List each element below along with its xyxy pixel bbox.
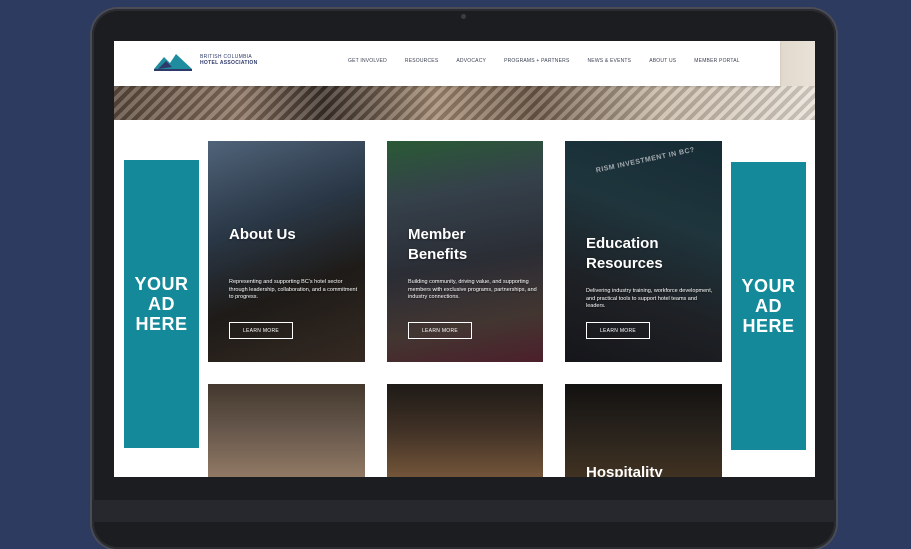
- logo-line-2: HOTEL ASSOCIATION: [200, 60, 258, 66]
- card-hospitality[interactable]: Hospitality: [565, 384, 722, 477]
- site-logo-text[interactable]: BRITISH COLUMBIA HOTEL ASSOCIATION: [200, 54, 258, 66]
- card-education-resources[interactable]: RISM INVESTMENT IN BC? Education Resourc…: [565, 141, 722, 362]
- card-title: Member Benefits: [408, 226, 468, 263]
- card-title: Hospitality: [586, 464, 663, 477]
- card-image-overlay: [387, 384, 543, 477]
- nav-resources[interactable]: RESOURCES: [405, 58, 438, 64]
- nav-member-portal[interactable]: MEMBER PORTAL: [694, 58, 739, 64]
- card-photo-event[interactable]: [387, 384, 543, 477]
- logo-mountains-icon[interactable]: [154, 51, 192, 73]
- learn-more-button[interactable]: LEARN MORE: [586, 322, 650, 339]
- camera-dot: [461, 14, 466, 19]
- screen-bottom-bezel: [114, 477, 815, 500]
- main-nav: GET INVOLVED RESOURCES ADVOCACY PROGRAMS…: [348, 58, 758, 64]
- nav-about-us[interactable]: ABOUT US: [649, 58, 676, 64]
- site-header: BRITISH COLUMBIA HOTEL ASSOCIATION GET I…: [114, 41, 780, 86]
- nav-programs-partners[interactable]: PROGRAMS + PARTNERS: [504, 58, 569, 64]
- nav-news-events[interactable]: NEWS & EVENTS: [588, 58, 632, 64]
- card-title: About Us: [229, 226, 296, 243]
- nav-advocacy[interactable]: ADVOCACY: [456, 58, 486, 64]
- nav-get-involved[interactable]: GET INVOLVED: [348, 58, 387, 64]
- ad-text: YOUR AD HERE: [741, 276, 796, 336]
- learn-more-button[interactable]: LEARN MORE: [408, 322, 472, 339]
- laptop-bottom-bezel: [92, 500, 836, 522]
- ad-text: YOUR AD HERE: [134, 274, 189, 334]
- ad-placeholder-right[interactable]: YOUR AD HERE: [731, 162, 806, 450]
- card-about-us[interactable]: About Us Representing and supporting BC'…: [208, 141, 365, 362]
- card-photo-people[interactable]: [208, 384, 365, 477]
- card-description: Representing and supporting BC's hotel s…: [229, 279, 358, 300]
- card-description: Delivering industry training, workforce …: [586, 288, 713, 309]
- card-description: Building community, driving value, and s…: [408, 279, 537, 300]
- card-image-overlay: [208, 384, 365, 477]
- ad-placeholder-left[interactable]: YOUR AD HERE: [124, 160, 199, 448]
- learn-more-button[interactable]: LEARN MORE: [229, 322, 293, 339]
- card-member-benefits[interactable]: Member Benefits Building community, driv…: [387, 141, 543, 362]
- card-title: Education Resources: [586, 235, 663, 272]
